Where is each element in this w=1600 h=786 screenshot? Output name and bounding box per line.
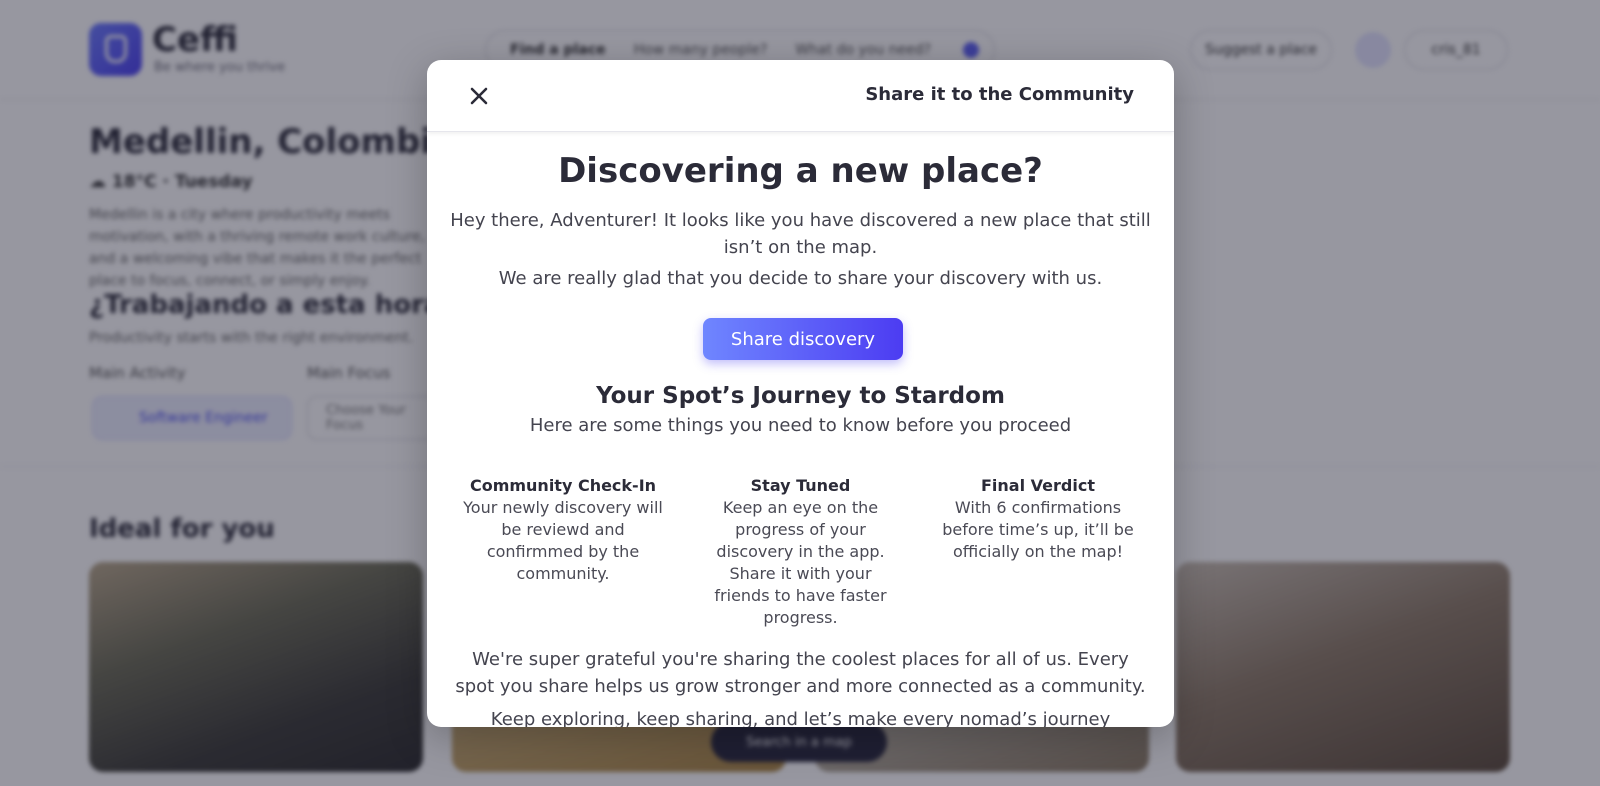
thanks-text: We're super grateful you're sharing the … — [455, 649, 1146, 697]
intro-text-secondary: We are really glad that you decide to sh… — [498, 268, 1103, 289]
journey-steps: Community Check-In Your newly discovery … — [453, 475, 1148, 629]
share-community-modal: Share it to the Community Discovering a … — [427, 60, 1174, 727]
step-text: Keep an eye on the progress of your disc… — [714, 498, 887, 627]
step-title: Final Verdict — [981, 476, 1095, 495]
modal-body[interactable]: Discovering a new place? Hey there, Adve… — [427, 133, 1174, 727]
step-community-check-in: Community Check-In Your newly discovery … — [453, 475, 673, 629]
step-stay-tuned: Stay Tuned Keep an eye on the progress o… — [701, 475, 901, 629]
keep-exploring-text: Keep exploring, keep sharing, and let’s … — [490, 709, 1111, 727]
modal-header: Share it to the Community — [427, 60, 1174, 132]
intro-text: Hey there, Adventurer! It looks like you… — [450, 210, 1151, 258]
modal-title: Share it to the Community — [865, 84, 1134, 105]
journey-subtitle: Here are some things you need to know be… — [529, 415, 1072, 436]
hero-heading: Discovering a new place? — [558, 151, 1043, 191]
step-title: Stay Tuned — [750, 476, 851, 495]
share-discovery-button[interactable]: Share discovery — [703, 318, 903, 360]
journey-title: Your Spot’s Journey to Stardom — [596, 383, 1005, 409]
step-final-verdict: Final Verdict With 6 confirmations befor… — [928, 475, 1148, 629]
step-text: Your newly discovery will be reviewd and… — [463, 498, 663, 583]
step-text: With 6 confirmations before time’s up, i… — [942, 498, 1134, 561]
step-title: Community Check-In — [469, 476, 657, 495]
close-icon[interactable] — [463, 80, 495, 112]
